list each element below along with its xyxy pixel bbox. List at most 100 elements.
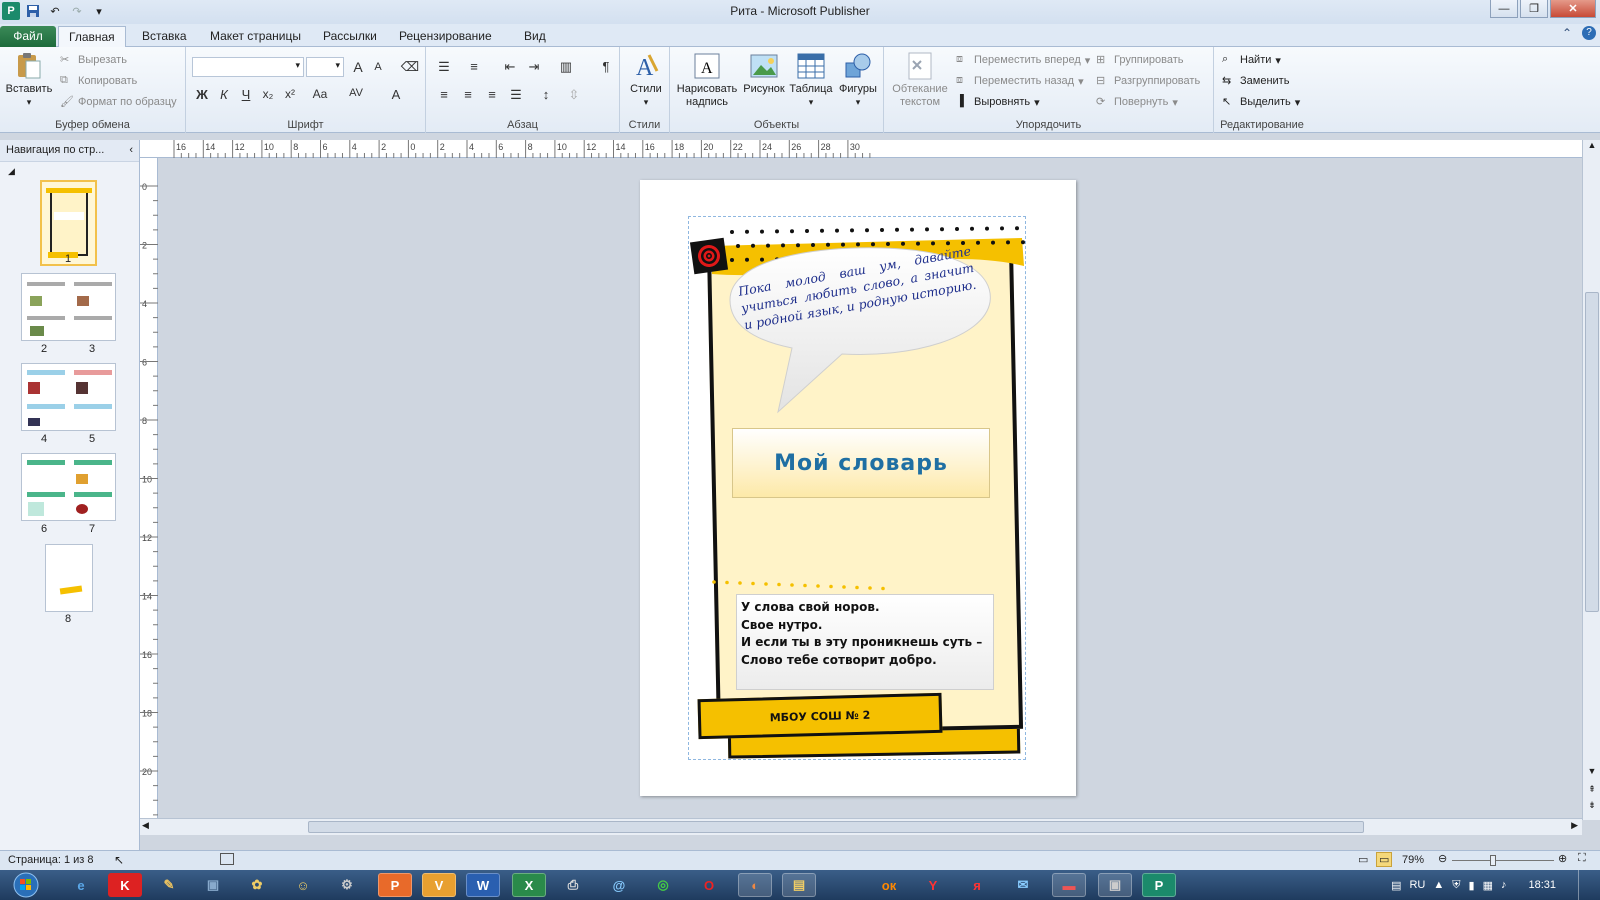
page-thumb-6-7[interactable] xyxy=(21,453,116,521)
tab-page-layout[interactable]: Макет страницы xyxy=(200,26,311,47)
numbering-icon[interactable]: ≡ xyxy=(464,59,484,74)
prev-page-icon[interactable]: ⇞ xyxy=(1585,784,1599,798)
paste-button[interactable]: Вставить ▾ xyxy=(4,51,54,109)
horizontal-ruler[interactable]: 16 14 12 10 8 6 4 2 0 2 4 6 8 10 12 14 16 18 20 22 24 26 28 30 xyxy=(140,140,1582,158)
horizontal-scrollbar[interactable]: ◀ ▶ xyxy=(140,818,1582,835)
paint-icon[interactable]: ✿ xyxy=(240,873,274,897)
tab-mailings[interactable]: Рассылки xyxy=(313,26,387,47)
line-spacing-icon[interactable]: ↕ xyxy=(536,87,556,102)
underline-button[interactable]: Ч xyxy=(236,87,256,102)
volume-icon[interactable]: ♪ xyxy=(1501,879,1507,891)
draw-textbox-button[interactable]: A Нарисовать надпись xyxy=(674,51,740,109)
document-canvas[interactable]: Пока молод ваш ум, давайте учиться любит… xyxy=(159,159,1582,818)
close-button[interactable]: ✕ xyxy=(1550,0,1596,18)
pen-tool-icon[interactable]: ✎ xyxy=(152,873,186,897)
scanner-icon[interactable]: ⎙ xyxy=(556,873,590,897)
publication-page[interactable]: Пока молод ваш ум, давайте учиться любит… xyxy=(640,180,1076,796)
superscript-button[interactable]: x² xyxy=(280,87,300,101)
horizontal-scroll-thumb[interactable] xyxy=(308,821,1364,833)
font-name-select[interactable]: ▾ xyxy=(192,57,304,77)
explorer-icon[interactable]: ▤ xyxy=(782,873,816,897)
select-button[interactable]: ↖ Выделить ▾ xyxy=(1222,95,1300,109)
ungroup-button[interactable]: ⊟ Разгруппировать xyxy=(1096,74,1200,88)
collapse-nav-icon[interactable]: ‹ xyxy=(129,144,133,157)
align-center-icon[interactable]: ≡ xyxy=(458,87,478,102)
chat-icon[interactable]: ☺ xyxy=(286,873,320,897)
zoom-in-icon[interactable]: ⊕ xyxy=(1558,852,1567,865)
media-icon[interactable]: ◐ xyxy=(738,873,772,897)
align-button[interactable]: ▐ Выровнять ▾ xyxy=(956,95,1040,109)
align-right-icon[interactable]: ≡ xyxy=(482,87,502,102)
maximize-button[interactable]: ❐ xyxy=(1520,0,1548,18)
zoom-out-icon[interactable]: ⊖ xyxy=(1438,852,1447,865)
lang-indicator[interactable]: RU xyxy=(1409,879,1425,891)
justify-icon[interactable]: ☰ xyxy=(506,87,526,103)
bring-forward-button[interactable]: ⧈ Переместить вперед ▾ xyxy=(956,53,1090,67)
v-app-icon[interactable]: V xyxy=(422,873,456,897)
replace-button[interactable]: ⇆ Заменить xyxy=(1222,74,1289,88)
shield-icon[interactable]: ⛨ xyxy=(1452,879,1460,892)
increase-indent-icon[interactable]: ⇥ xyxy=(524,59,544,75)
monitor-icon[interactable]: ▣ xyxy=(1098,873,1132,897)
title-box[interactable]: Мой словарь xyxy=(732,428,990,498)
table-button[interactable]: Таблица ▾ xyxy=(788,51,834,109)
vertical-scrollbar[interactable]: ▲ ▼ ⇞ ⇟ xyxy=(1582,140,1600,820)
copy-button[interactable]: ⧉ Копировать xyxy=(60,74,137,88)
battery-icon[interactable]: ▮ xyxy=(1469,879,1475,892)
school-banner[interactable]: МБОУ СОШ № 2 xyxy=(697,692,943,740)
publisher-task-icon[interactable]: P xyxy=(1142,873,1176,897)
tool-icon[interactable]: ⚙ xyxy=(330,873,364,897)
excel-icon[interactable]: X xyxy=(512,873,546,897)
find-button[interactable]: ⌕ Найти ▾ xyxy=(1222,53,1281,67)
columns-icon[interactable]: ▥ xyxy=(556,59,576,75)
tab-insert[interactable]: Вставка xyxy=(132,26,197,47)
grow-font-button[interactable]: A xyxy=(348,59,368,75)
styles-button[interactable]: A Стили ▾ xyxy=(628,51,664,109)
group-button[interactable]: ⊞ Группировать xyxy=(1096,53,1184,67)
zoom-slider-thumb[interactable] xyxy=(1490,855,1496,866)
show-marks-button[interactable]: ¶ xyxy=(596,59,616,74)
tab-review[interactable]: Рецензирование xyxy=(389,26,502,47)
subscript-button[interactable]: x₂ xyxy=(258,87,278,101)
page-thumb-4-5[interactable] xyxy=(21,363,116,431)
cut-button[interactable]: ✂ Вырезать xyxy=(60,53,127,67)
wrap-text-button[interactable]: Обтекание текстом xyxy=(888,51,952,109)
ie-icon[interactable]: e xyxy=(64,873,98,897)
task-icon[interactable]: ▬ xyxy=(1052,873,1086,897)
font-color-button[interactable]: A xyxy=(386,87,406,102)
picture-button[interactable]: Рисунок xyxy=(742,51,786,96)
poem-box[interactable]: У слова свой норов. Свое нутро. И если т… xyxy=(736,594,994,690)
fit-page-icon[interactable]: ⛶ xyxy=(1578,852,1586,865)
scroll-right-icon[interactable]: ▶ xyxy=(1571,820,1578,831)
decrease-indent-icon[interactable]: ⇤ xyxy=(500,59,520,75)
show-desktop-button[interactable] xyxy=(1578,870,1588,900)
bold-button[interactable]: Ж xyxy=(192,87,212,102)
save-tool-icon[interactable]: ▣ xyxy=(196,873,230,897)
clear-format-icon[interactable]: ⌫ xyxy=(400,59,420,75)
start-button[interactable] xyxy=(4,872,48,898)
change-case-button[interactable]: Aa xyxy=(306,87,334,101)
next-page-icon[interactable]: ⇟ xyxy=(1585,800,1599,814)
italic-button[interactable]: К xyxy=(214,87,234,102)
help-icon[interactable]: ? xyxy=(1582,26,1596,40)
folder-tray-icon[interactable]: ▤ xyxy=(1391,879,1401,892)
yandex-browser-icon[interactable]: я xyxy=(960,873,994,897)
kaspersky-icon[interactable]: K xyxy=(108,873,142,897)
minimize-button[interactable]: — xyxy=(1490,0,1518,18)
char-spacing-button[interactable]: AV xyxy=(342,87,370,99)
network-icon[interactable]: ▦ xyxy=(1483,879,1493,892)
mail-at-icon[interactable]: @ xyxy=(602,873,636,897)
show-hidden-icon[interactable]: ▲ xyxy=(1433,879,1444,891)
tab-file[interactable]: Файл xyxy=(0,26,56,47)
skype-icon[interactable]: ◎ xyxy=(646,873,680,897)
zoom-level[interactable]: 79% xyxy=(1402,854,1424,866)
format-painter-button[interactable]: 🖌 Формат по образцу xyxy=(60,95,177,109)
yandex-icon[interactable]: Y xyxy=(916,873,950,897)
shrink-font-button[interactable]: A xyxy=(368,61,388,73)
shapes-button[interactable]: Фигуры ▾ xyxy=(836,51,880,109)
single-page-view-icon[interactable]: ▭ xyxy=(1358,853,1368,866)
word-icon[interactable]: W xyxy=(466,873,500,897)
powerpoint-icon[interactable]: P xyxy=(378,873,412,897)
scroll-down-icon[interactable]: ▼ xyxy=(1585,766,1599,780)
two-page-view-icon[interactable]: ▭ xyxy=(1376,852,1393,867)
